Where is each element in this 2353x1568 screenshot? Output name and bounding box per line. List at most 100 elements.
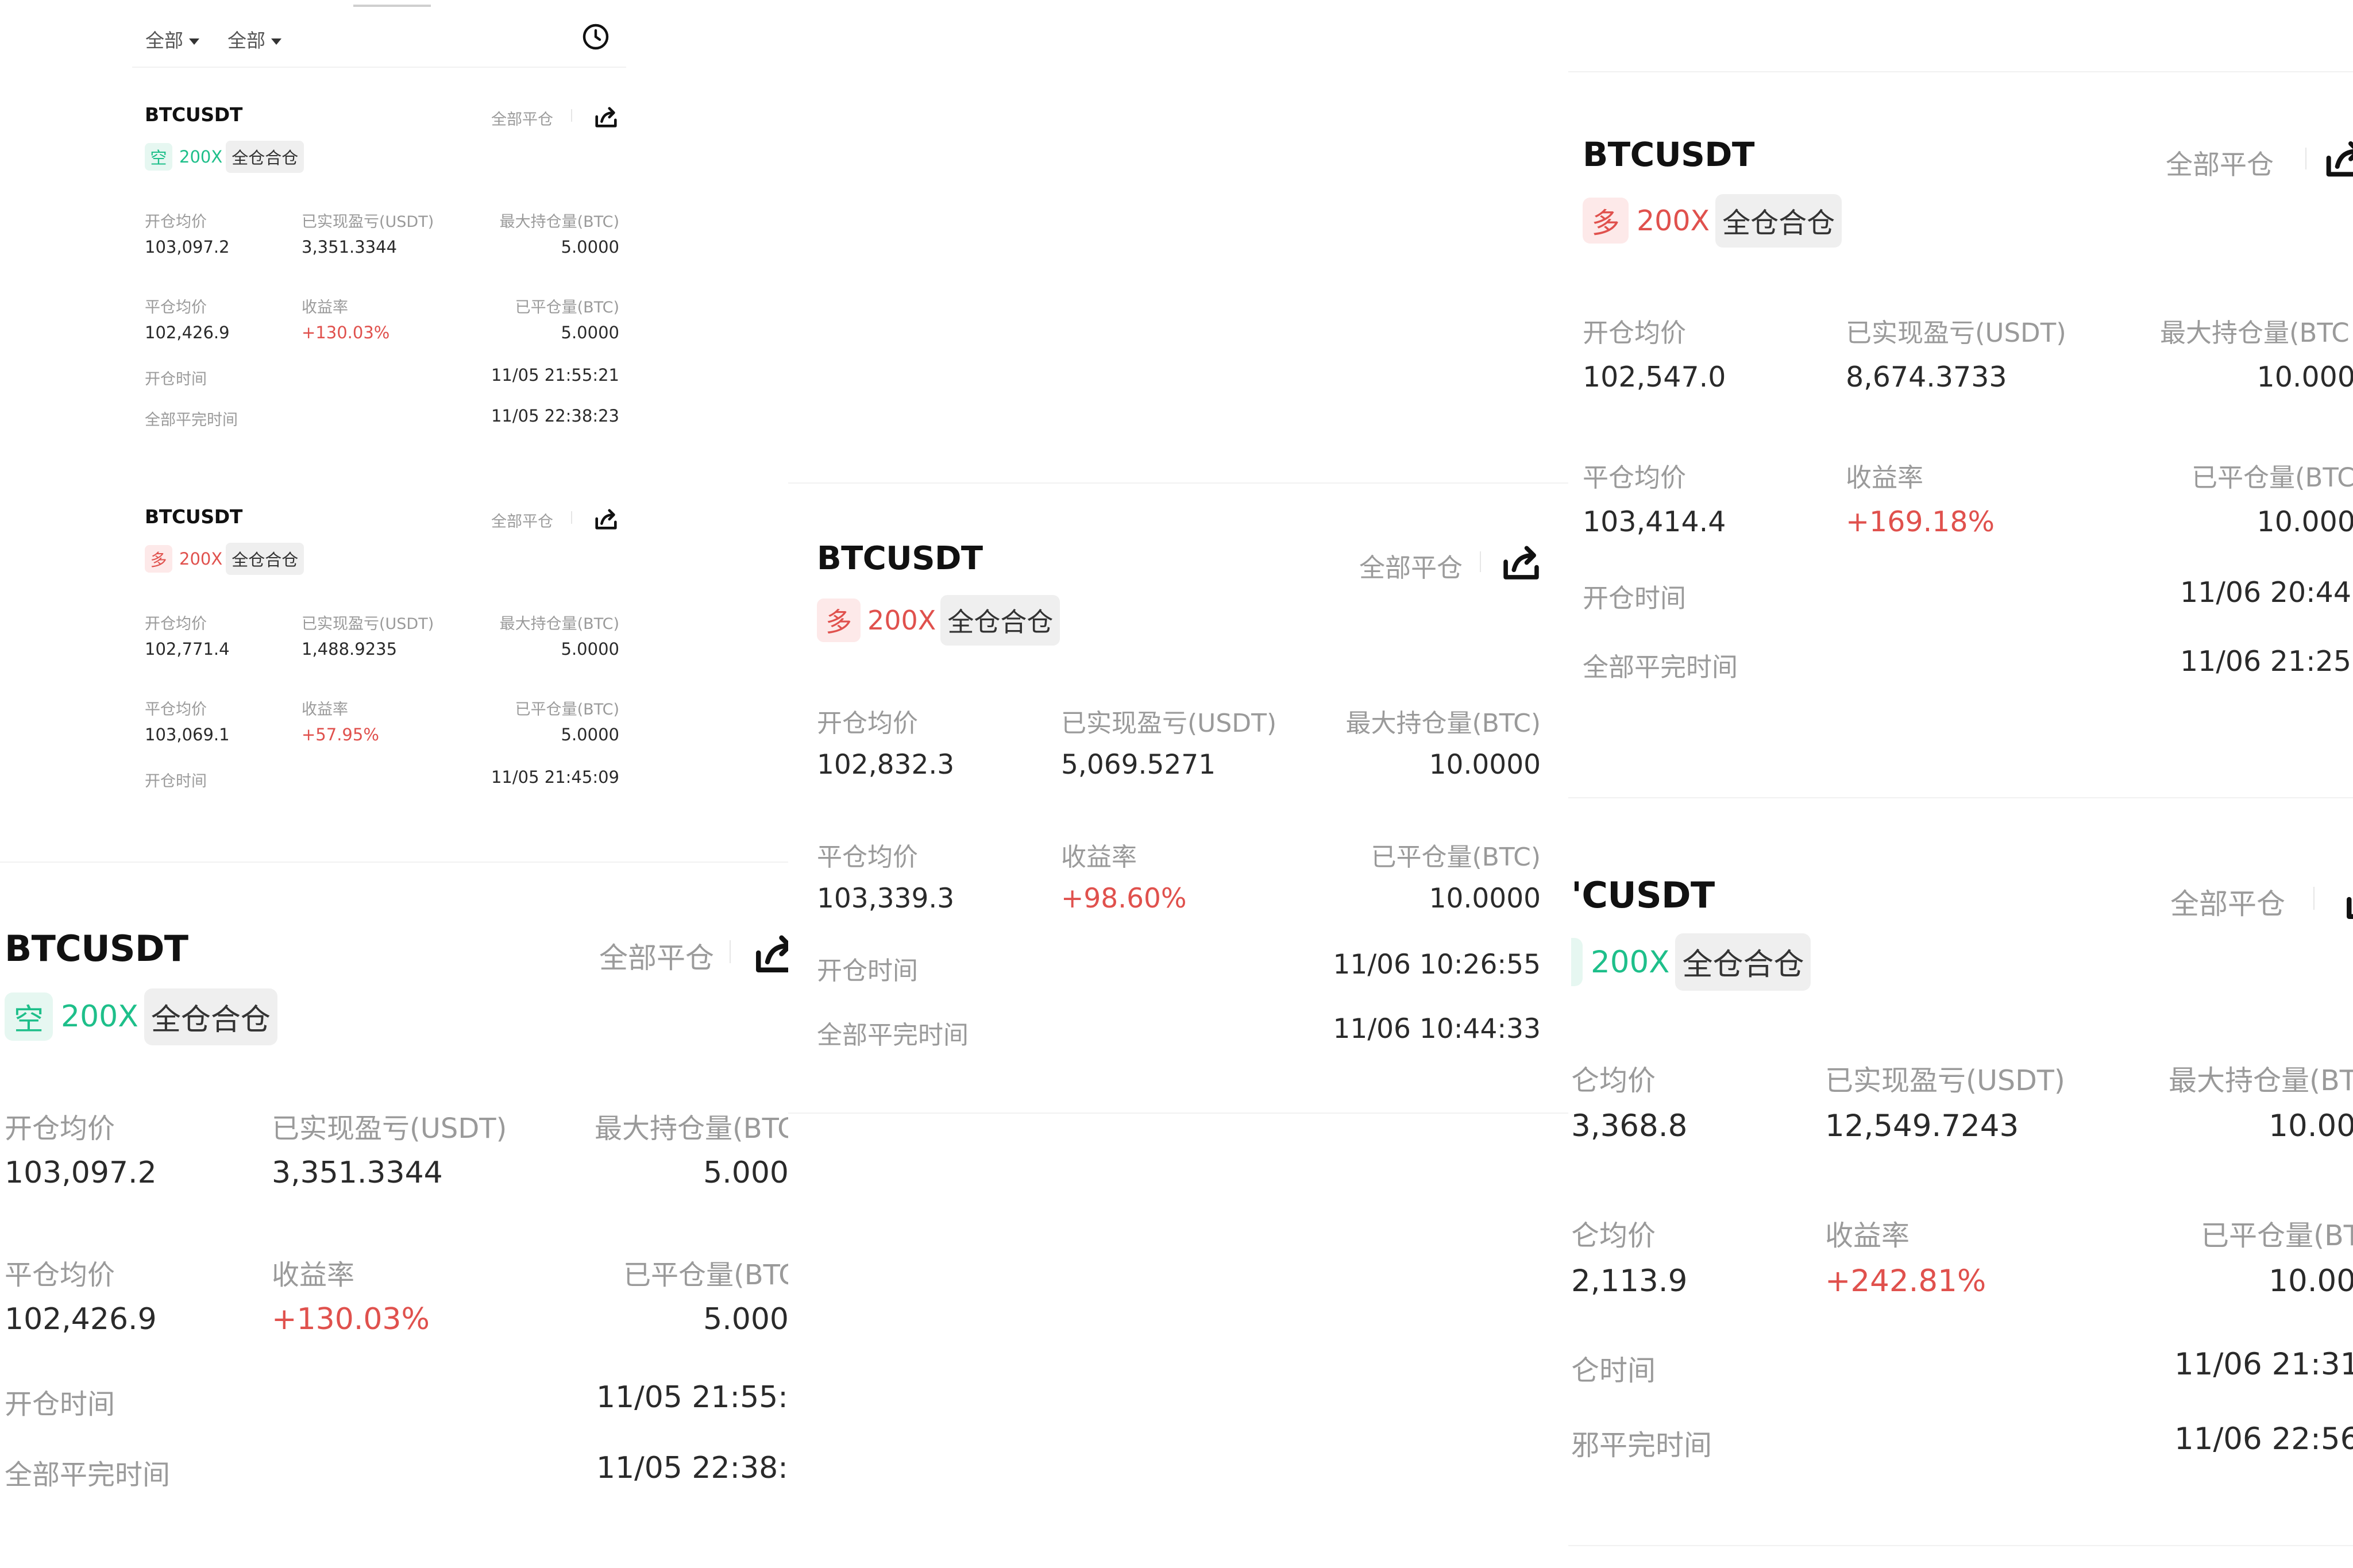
share-icon[interactable] [2322,135,2353,181]
max-position-label: 最大持仓量(BTC [595,1113,788,1145]
divider [571,109,572,122]
margin-mode-badge: 全仓合仓 [1675,933,1811,991]
share-icon[interactable] [1499,540,1543,584]
close-time-value: 11/06 21:25:4 [2180,645,2353,678]
leverage-label: 200X [61,999,138,1034]
leverage-label: 200X [1591,944,1670,980]
close-all-button[interactable]: 全部平仓 [1359,547,1463,584]
share-icon[interactable] [751,929,788,977]
tag-row: 多 200X 全仓合仓 [1583,194,1842,248]
symbol-title: BTCUSDT [5,928,188,970]
panel-zoom-right-bottom: 'CUSDT 全部平仓 200X 全仓合仓 仑均价 3,368.8 已实现盈亏(… [1568,798,2353,1568]
close-all-button[interactable]: 全部平仓 [2166,142,2274,182]
realized-pnl-label: 已实现盈亏(USDT) [1825,1064,2065,1097]
symbol-title: BTCUSDT [817,540,983,577]
close-all-button[interactable]: 全部平仓 [491,107,553,129]
margin-mode-badge: 全仓合仓 [226,141,304,173]
filter-label-2: 全部 [227,29,265,52]
realized-pnl-value: 8,674.3733 [1846,361,2007,393]
share-icon[interactable] [2342,875,2353,924]
closed-qty-label: 已平仓量(BTC) [1371,843,1541,872]
panel-zoom-left: BTCUSDT 全部平仓 空 200X 全仓合仓 开仓均价 103,097.2 … [0,862,788,1568]
yield-label: 收益率 [1846,462,1924,493]
open-time-value: 11/06 20:44:0 [2180,576,2353,609]
closed-qty-label: 已平仓量(BTC) [515,299,619,316]
close-avg-value: 103,414.4 [1583,505,1726,538]
margin-mode-badge: 全仓合仓 [1715,194,1842,248]
divider [571,511,572,524]
position-card: BTCUSDT 全部平仓 多 200X 全仓合仓 开仓均价 102,832.3 … [817,540,1543,1050]
yield-label: 收益率 [1825,1219,1910,1252]
yield-value: +130.03% [272,1302,430,1337]
close-avg-value: 2,113.9 [1571,1264,1688,1299]
divider [1480,551,1481,572]
close-time-label: 全部平完时间 [1583,652,1738,682]
open-avg-label: 开仓均价 [1583,318,1687,348]
open-time-label: 开仓时间 [145,773,207,790]
divider [788,482,1568,484]
caret-down-icon [271,38,281,45]
max-position-label: 最大持仓量(BTC) [1345,709,1541,738]
close-time-label: 全部平完时间 [145,411,238,429]
max-position-value: 5.000 [703,1156,788,1190]
tag-row: 多 200X 全仓合仓 [817,595,1060,646]
caret-down-icon [189,38,199,45]
position-card: 'CUSDT 全部平仓 200X 全仓合仓 仑均价 3,368.8 已实现盈亏(… [1571,874,2353,1477]
close-time-label: 全部平完时间 [5,1459,171,1491]
open-time-value: 11/05 21:55:2 [596,1380,788,1415]
open-time-label: 仑时间 [1571,1354,1656,1387]
leverage-label: 200X [179,147,223,167]
open-avg-value: 103,097.2 [5,1156,157,1190]
divider [1568,1545,2353,1546]
max-position-value: 10.0000 [1429,749,1541,781]
open-avg-value: 3,368.8 [1571,1109,1688,1144]
side-badge: 多 [145,545,172,573]
close-avg-label: 平仓均价 [817,843,918,872]
divider [788,1113,1568,1114]
side-badge: 多 [817,598,861,642]
closed-qty-value: 5.0000 [561,323,619,342]
open-time-value: 11/05 21:55:21 [491,365,619,385]
divider [1568,71,2353,72]
max-position-value: 10.000 [2256,361,2353,393]
side-badge: 空 [145,143,172,171]
open-time-value: 11/06 10:26:55 [1333,949,1541,980]
realized-pnl-label: 已实现盈亏(USDT) [272,1113,507,1145]
share-icon[interactable] [593,505,619,532]
yield-value: +242.81% [1825,1264,1986,1299]
closed-qty-label: 已平仓量(BTC) [515,701,619,719]
closed-qty-value: 10.00 [2269,1264,2353,1299]
tag-row: 200X 全仓合仓 [1571,933,1811,991]
open-avg-label: 开仓均价 [145,615,207,633]
closed-qty-value: 5.0000 [561,725,619,744]
yield-label: 收益率 [302,299,348,316]
yield-label: 收益率 [302,701,348,719]
max-position-label: 最大持仓量(BT [2169,1064,2353,1097]
filter-label-1: 全部 [145,29,183,52]
realized-pnl-label: 已实现盈亏(USDT) [1846,318,2066,348]
closed-qty-value: 5.000 [703,1302,788,1337]
position-card: BTCUSDT 全部平仓 多 200X 全仓合仓 开仓均价 102,547.0 … [1583,135,2353,738]
filter-dropdown-2[interactable]: 全部 [227,25,281,53]
open-time-value: 11/06 21:31: [2174,1347,2353,1382]
close-time-label: 邪平完时间 [1571,1429,1712,1462]
open-time-label: 开仓时间 [817,956,918,986]
clock-icon[interactable] [582,23,610,51]
realized-pnl-value: 3,351.3344 [302,237,398,257]
close-all-button[interactable]: 全部平仓 [599,935,714,976]
close-all-button[interactable]: 全部平仓 [491,509,553,531]
divider [0,862,788,863]
leverage-label: 200X [179,549,223,569]
close-all-button[interactable]: 全部平仓 [2170,881,2285,922]
filter-dropdown-1[interactable]: 全部 [145,25,199,53]
max-position-value: 5.0000 [561,639,619,659]
leverage-label: 200X [867,605,936,636]
share-icon[interactable] [593,103,619,130]
symbol-title: 'CUSDT [1571,874,1715,916]
open-avg-value: 102,771.4 [145,639,230,659]
realized-pnl-value: 5,069.5271 [1061,749,1216,781]
open-time-label: 开仓时间 [1583,583,1687,613]
open-avg-label: 开仓均价 [817,709,918,738]
max-position-label: 最大持仓量(BTC) [499,615,619,633]
symbol-title: BTCUSDT [145,505,243,528]
